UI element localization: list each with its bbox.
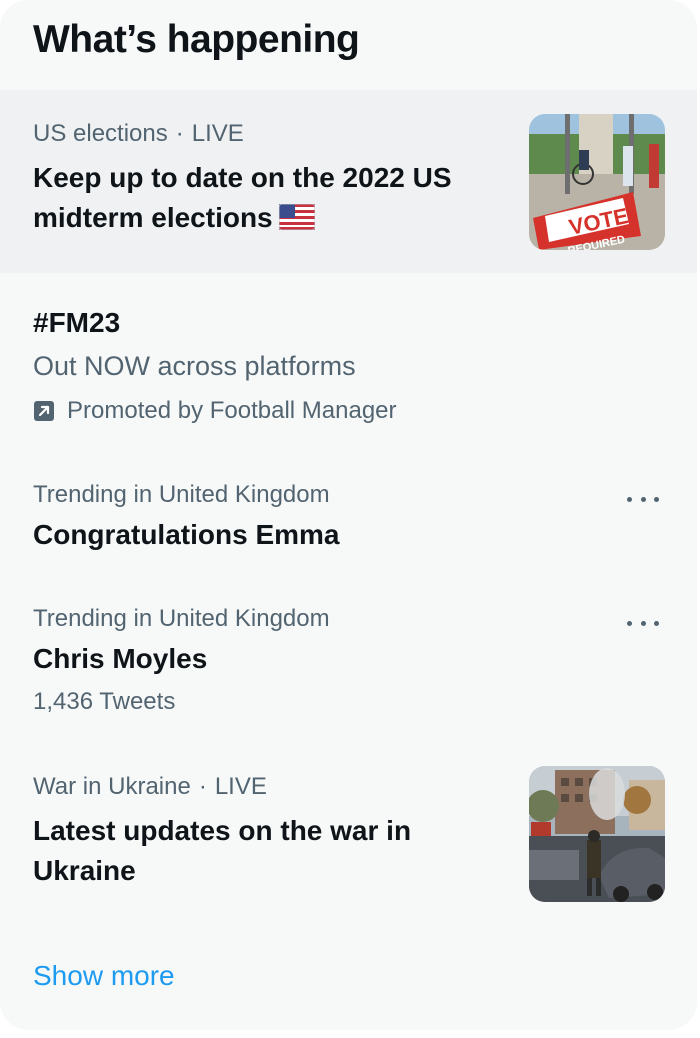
- trend-subtitle: Out NOW across platforms: [33, 351, 356, 381]
- trend-item-fm23[interactable]: #FM23 Out NOW across platforms Promoted …: [0, 273, 697, 443]
- trend-title-text: Keep up to date on the 2022 US midterm e…: [33, 162, 452, 233]
- trend-category: Trending in United Kingdom: [33, 481, 330, 508]
- trend-meta: War in Ukraine · LIVE: [33, 773, 267, 801]
- ukraine-street-photo[interactable]: [529, 766, 665, 902]
- promoted-line: Promoted by Football Manager: [33, 397, 397, 425]
- whats-happening-panel: What’s happening US elections · LIVE Keep …: [0, 0, 697, 1030]
- live-status: LIVE: [214, 773, 267, 800]
- promoted-label: Promoted by Football Manager: [67, 397, 397, 424]
- tweet-count: 1,436 Tweets: [33, 688, 176, 715]
- trend-title: Keep up to date on the 2022 US midterm e…: [33, 158, 503, 238]
- trend-category: Trending in United Kingdom: [33, 605, 330, 632]
- more-icon[interactable]: [627, 613, 659, 633]
- live-status: LIVE: [191, 120, 244, 147]
- panel-title: What’s happening: [33, 18, 360, 61]
- meta-separator: ·: [175, 120, 184, 147]
- trend-title: Latest updates on the war in Ukraine: [33, 811, 503, 891]
- trend-title-line: Ukraine: [33, 855, 136, 886]
- trend-title: #FM23: [33, 307, 121, 338]
- trend-title: Chris Moyles: [33, 643, 208, 674]
- trend-meta: US elections · LIVE: [33, 120, 244, 148]
- trend-category: US elections: [33, 120, 168, 147]
- trend-item-chris-moyles[interactable]: Trending in United Kingdom Chris Moyles …: [0, 587, 697, 737]
- trend-item-war-in-ukraine[interactable]: War in Ukraine · LIVE Latest updates on th…: [0, 745, 697, 925]
- show-more-link[interactable]: Show more: [33, 960, 175, 992]
- trend-title: Congratulations Emma: [33, 519, 340, 550]
- trend-title-line: Latest updates on the war in: [33, 815, 412, 846]
- trend-item-us-elections[interactable]: US elections · LIVE Keep up to date on the…: [0, 90, 697, 273]
- more-icon[interactable]: [627, 489, 659, 509]
- vote-sign-photo[interactable]: VOTE REQUIRED: [529, 114, 665, 250]
- promoted-icon: [34, 401, 54, 421]
- trend-category: War in Ukraine: [33, 773, 191, 800]
- meta-separator: ·: [198, 773, 207, 800]
- us-flag-icon: [278, 203, 315, 230]
- trend-item-congratulations-emma[interactable]: Trending in United Kingdom Congratulatio…: [0, 463, 697, 583]
